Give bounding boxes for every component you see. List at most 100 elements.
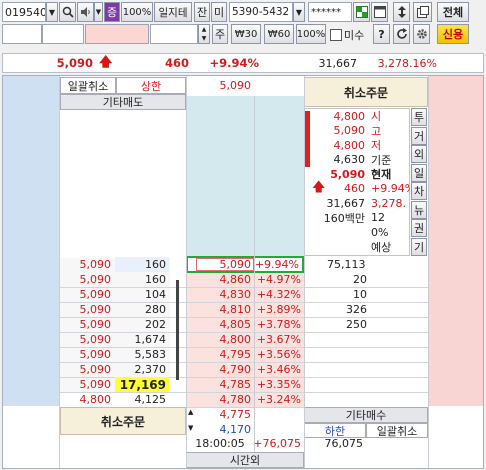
ask-pct-cell: +3.89% — [256, 303, 301, 316]
bid-qty-cell: 160 — [145, 273, 166, 286]
info-value — [310, 225, 368, 240]
account-range-input[interactable]: 5390-5432 — [229, 2, 293, 22]
sell-order-column — [3, 76, 59, 406]
all-button[interactable]: 전체 — [437, 2, 469, 22]
after-hours-change: +76,075 — [254, 437, 301, 450]
volume-cell: 20 — [353, 273, 367, 286]
info-label: 예상 — [371, 240, 392, 254]
window-button[interactable] — [371, 2, 388, 22]
credit-button[interactable]: 신용 — [437, 24, 469, 44]
summary-amount: 3,278.16% — [377, 56, 437, 70]
triangle-up-icon: ▲ — [201, 26, 207, 33]
speaker-dropdown-button[interactable]: ▼ — [94, 2, 103, 22]
bid-qty-cell: 202 — [145, 318, 166, 331]
side-tab[interactable]: 투 — [411, 108, 427, 126]
side-tab[interactable]: 권 — [411, 219, 427, 237]
grid-line — [59, 76, 60, 468]
summary-price: 5,090 — [56, 56, 93, 70]
info-label: 고 — [371, 124, 382, 138]
depth-scrollbar[interactable] — [176, 280, 179, 380]
order-condition-field[interactable] — [42, 24, 84, 44]
side-tab[interactable]: 외 — [411, 145, 427, 163]
info-value: 160백만 — [323, 211, 365, 225]
cancel-order-button-top[interactable]: 취소주문 — [304, 77, 428, 107]
chevron-down-icon: ▼ — [295, 7, 303, 17]
side-tab[interactable]: 거 — [411, 126, 427, 145]
bid-price-cell: 5,090 — [79, 273, 112, 286]
buy-order-column — [428, 76, 483, 406]
unfilled-checkbox-group[interactable]: 미수 — [330, 27, 364, 43]
time-label: 18:00:05 — [195, 437, 245, 450]
ask-price-cell: 4,805 — [219, 318, 252, 331]
bid-price-2: 4,170 — [219, 423, 252, 436]
search-button[interactable] — [59, 2, 76, 22]
preset-100-button[interactable]: 100% — [296, 24, 326, 44]
bid-qty-cell: 1,674 — [134, 333, 167, 346]
side-tab[interactable]: 기 — [411, 237, 427, 256]
ask-pct-cell: +4.97% — [256, 273, 301, 286]
ask-price-cell: 4,810 — [219, 303, 252, 316]
daily-test-button[interactable]: 일지테 — [154, 2, 192, 22]
account-dropdown-button[interactable]: ▼ — [293, 2, 305, 22]
bulk-cancel-label[interactable]: 일괄취소 — [60, 77, 116, 94]
volume-cell — [304, 392, 370, 407]
refresh-icon — [396, 28, 407, 39]
preset-60-button[interactable]: ₩60 — [264, 24, 294, 44]
bid-price-cell: 5,090 — [79, 363, 112, 376]
volume-cell: 10 — [353, 288, 367, 301]
side-tab[interactable]: 차 — [411, 182, 427, 200]
summary-change: 460 — [164, 56, 189, 70]
after-hours-label: 시간외 — [186, 452, 304, 468]
unfilled-button[interactable]: 미 — [211, 2, 227, 22]
help-button[interactable]: ? — [373, 24, 390, 44]
volume-cell — [304, 377, 370, 392]
bid-price-cell: 4,800 — [79, 393, 112, 406]
grid-line — [428, 76, 429, 468]
ratio-button[interactable]: 100% — [121, 2, 153, 22]
unfilled-checkbox[interactable] — [330, 29, 342, 41]
info-label: 12 — [371, 211, 385, 225]
bid-price-cell: 5,090 — [79, 288, 112, 301]
popout-button[interactable] — [413, 2, 432, 22]
bid-qty-cell: 5,583 — [134, 348, 167, 361]
cancel-order-button-bottom[interactable]: 취소주문 — [60, 407, 186, 435]
bulk-cancel-label-bottom[interactable]: 일괄취소 — [366, 423, 428, 438]
preset-30-button[interactable]: ₩30 — [231, 24, 261, 44]
bid-price-cell: 5,090 — [79, 378, 112, 391]
triangle-down-icon: ▼ — [188, 424, 194, 432]
current-price: 5,090 — [219, 258, 252, 271]
sort-button[interactable] — [393, 2, 410, 22]
order-type-field[interactable] — [2, 24, 42, 44]
volume-cell: 250 — [346, 318, 367, 331]
quantity-stepper[interactable]: ▲ ▼ — [198, 24, 210, 44]
share-unit-button[interactable]: 주 — [212, 24, 228, 44]
price-input[interactable] — [85, 24, 149, 44]
popout-icon — [416, 6, 429, 18]
side-tab[interactable]: 뉴 — [411, 200, 427, 219]
info-label: 현재 — [371, 168, 392, 182]
volume-cell — [304, 347, 370, 362]
ask-price-cell: 4,860 — [219, 273, 252, 286]
gear-icon — [416, 29, 427, 39]
quantity-input[interactable] — [150, 24, 198, 44]
balance-button[interactable]: 잔 — [194, 2, 210, 22]
side-tab[interactable]: 일 — [411, 163, 427, 182]
upper-limit-price: 5,090 — [219, 79, 252, 92]
ask-pct-cell: +3.24% — [256, 393, 301, 406]
chevron-down-icon: ▼ — [48, 7, 56, 17]
first-row-qty: 160 — [115, 257, 169, 272]
triangle-up-icon: ▲ — [188, 408, 194, 416]
stock-code-input[interactable]: 019540 — [2, 2, 46, 22]
upper-limit-label: 상한 — [116, 77, 186, 94]
refresh-button[interactable] — [393, 24, 410, 44]
margin-button[interactable]: 증 — [104, 2, 120, 22]
info-value: 4,800 — [333, 138, 366, 152]
settings-button[interactable] — [413, 24, 430, 44]
code-dropdown-button[interactable]: ▼ — [46, 2, 58, 22]
speaker-button[interactable] — [77, 2, 94, 22]
bid-price-cell: 5,090 — [79, 348, 112, 361]
current-pct: +9.94% — [254, 258, 299, 271]
first-row-price: 5,090 — [79, 258, 112, 271]
password-input[interactable]: ****** — [308, 2, 352, 22]
layout-toggle-button[interactable] — [353, 2, 370, 22]
